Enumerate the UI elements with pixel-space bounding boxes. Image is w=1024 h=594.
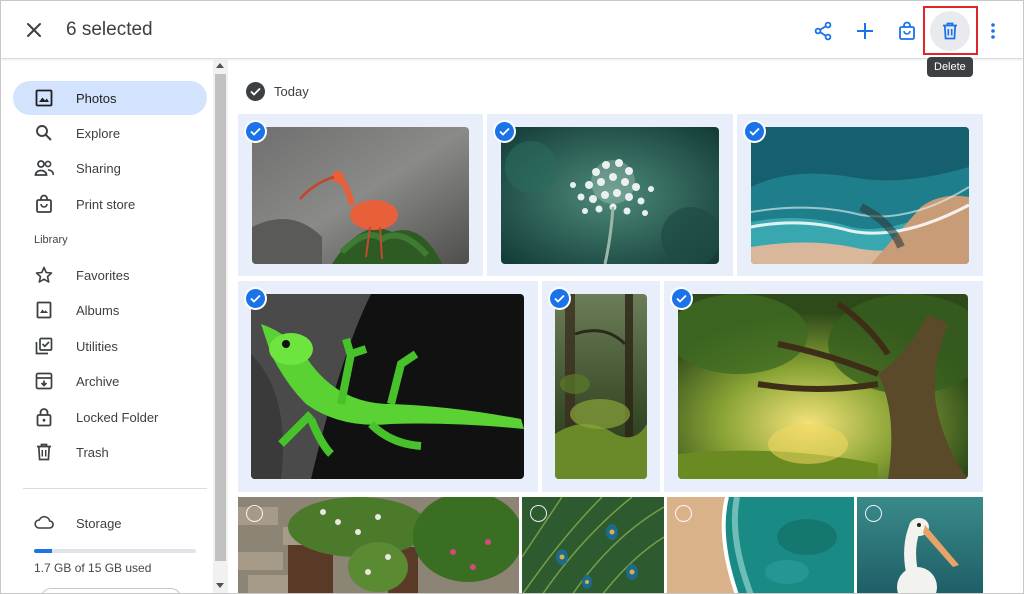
close-selection-button[interactable] — [19, 15, 49, 45]
photo-selected-checkbox[interactable] — [672, 289, 691, 308]
photo-select-checkbox[interactable] — [675, 505, 692, 522]
sidebar-item-label: Trash — [76, 444, 109, 460]
more-options-button[interactable] — [973, 11, 1013, 51]
sidebar-divider — [23, 488, 207, 489]
photo-selected-checkbox[interactable] — [246, 289, 265, 308]
trash-icon — [34, 442, 54, 462]
check-icon — [499, 127, 510, 136]
sidebar: Photos Explore Sharing Print store Libra… — [1, 60, 213, 593]
search-icon — [34, 123, 54, 143]
sidebar-item-locked-folder[interactable]: Locked Folder — [13, 400, 207, 434]
sidebar-item-explore[interactable]: Explore — [13, 116, 207, 150]
photo-flower — [501, 127, 719, 264]
selection-toolbar: 6 selected — [1, 1, 1023, 59]
photo-tile[interactable] — [542, 281, 660, 492]
check-icon — [250, 127, 261, 136]
sidebar-item-storage[interactable]: Storage — [13, 507, 207, 541]
photo-tile[interactable] — [238, 497, 519, 593]
trash-icon — [943, 22, 957, 40]
utilities-icon — [34, 336, 54, 356]
sidebar-item-print-store[interactable]: Print store — [13, 187, 207, 221]
sidebar-item-sharing[interactable]: Sharing — [13, 151, 207, 185]
more-vert-icon — [991, 23, 995, 39]
close-icon — [27, 23, 41, 37]
sidebar-item-label: Explore — [76, 125, 121, 141]
sidebar-item-label: Albums — [76, 302, 120, 318]
sidebar-item-albums[interactable]: Albums — [13, 293, 207, 327]
sidebar-item-label: Locked Folder — [76, 409, 159, 425]
photo-icon — [34, 88, 54, 108]
check-icon — [749, 127, 760, 136]
cloud-icon — [34, 514, 54, 534]
photo-ivy-cottage — [238, 497, 519, 593]
photo-tile[interactable] — [737, 114, 983, 276]
lock-icon — [34, 407, 54, 427]
photo-lizard — [251, 294, 524, 479]
storage-progress-fill — [34, 549, 53, 553]
photo-tile[interactable] — [522, 497, 664, 593]
photo-tile[interactable] — [667, 497, 854, 593]
photo-tile[interactable] — [238, 281, 538, 492]
photo-selected-checkbox[interactable] — [550, 289, 569, 308]
add-to-button[interactable] — [845, 11, 885, 51]
shopping-bag-icon — [899, 21, 915, 40]
check-icon — [250, 87, 261, 96]
photo-forest — [555, 294, 647, 479]
selected-count: 6 selected — [66, 19, 153, 40]
storage-label: Storage — [76, 516, 122, 531]
photo-tile[interactable] — [857, 497, 983, 593]
delete-tooltip: Delete — [927, 57, 973, 77]
storage-used-text: 1.7 GB of 15 GB used — [34, 561, 152, 575]
star-icon — [34, 265, 54, 285]
share-icon — [814, 21, 832, 41]
photo-tree — [678, 294, 968, 479]
get-more-storage-button[interactable] — [41, 588, 181, 593]
sidebar-item-label: Photos — [76, 90, 117, 106]
sidebar-item-utilities[interactable]: Utilities — [13, 329, 207, 363]
app-window: 6 selected Delete Photos Explore Sharing… — [0, 0, 1024, 594]
photo-beach-waves — [751, 127, 969, 264]
select-date-checkbox[interactable] — [246, 81, 265, 101]
photo-tile[interactable] — [487, 114, 733, 276]
photo-tile[interactable] — [664, 281, 983, 492]
photo-aerial-coast — [667, 497, 854, 593]
check-icon — [554, 294, 565, 303]
sidebar-item-archive[interactable]: Archive — [13, 364, 207, 398]
sidebar-item-label: Sharing — [76, 160, 121, 176]
album-icon — [34, 300, 54, 320]
sidebar-item-trash[interactable]: Trash — [13, 435, 207, 469]
sidebar-scrollbar[interactable] — [213, 60, 228, 593]
order-photo-button[interactable] — [887, 11, 927, 51]
library-section-label: Library — [34, 234, 68, 246]
archive-icon — [34, 371, 54, 391]
date-header: Today — [246, 81, 309, 101]
sidebar-item-label: Print store — [76, 196, 136, 212]
scroll-down-arrow-icon[interactable] — [216, 583, 224, 588]
photo-select-checkbox[interactable] — [865, 505, 882, 522]
check-icon — [676, 294, 687, 303]
share-button[interactable] — [803, 11, 843, 51]
photo-selected-checkbox[interactable] — [745, 122, 764, 141]
date-label: Today — [274, 83, 309, 99]
photo-ibis — [252, 127, 469, 264]
sidebar-item-label: Archive — [76, 373, 120, 389]
photo-selected-checkbox[interactable] — [495, 122, 514, 141]
photo-tile[interactable] — [238, 114, 483, 276]
photo-selected-checkbox[interactable] — [246, 122, 265, 141]
delete-button[interactable] — [930, 11, 970, 51]
sidebar-item-label: Favorites — [76, 267, 130, 283]
scroll-thumb[interactable] — [215, 74, 226, 561]
people-icon — [34, 158, 54, 178]
storage-progress-bar — [34, 549, 196, 553]
sidebar-item-photos[interactable]: Photos — [13, 81, 207, 115]
check-icon — [250, 294, 261, 303]
photo-grid: Today — [228, 60, 1023, 593]
photo-select-checkbox[interactable] — [530, 505, 547, 522]
sidebar-item-label: Utilities — [76, 338, 118, 354]
sidebar-item-favorites[interactable]: Favorites — [13, 258, 207, 292]
shopping-bag-icon — [34, 194, 54, 214]
scroll-up-arrow-icon[interactable] — [216, 63, 224, 68]
photo-select-checkbox[interactable] — [246, 505, 263, 522]
add-icon — [857, 23, 873, 39]
